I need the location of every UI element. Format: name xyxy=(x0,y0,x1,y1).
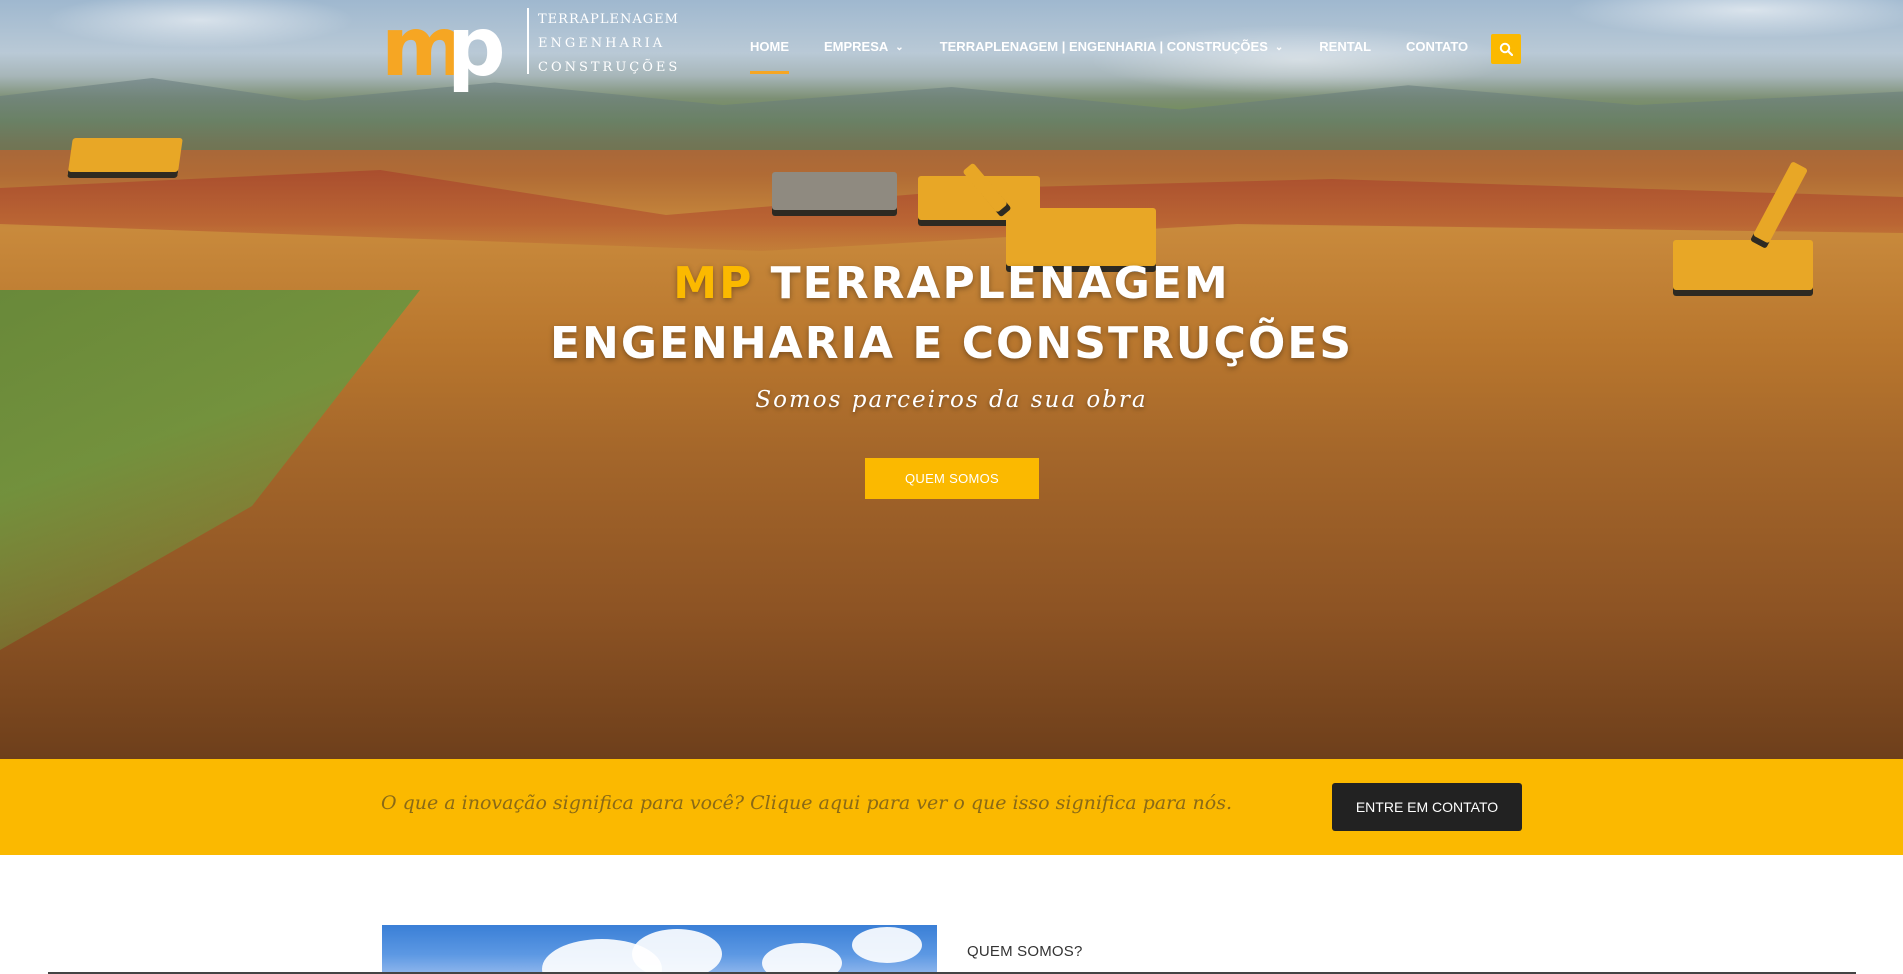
nav-empresa-label: EMPRESA xyxy=(824,39,889,54)
hero-title-line-2: ENGENHARIA E CONSTRUÇÕES xyxy=(549,318,1354,369)
nav-contato-label: CONTATO xyxy=(1406,39,1469,54)
cloud-graphic xyxy=(632,929,722,974)
cta-bar: O que a inovação significa para você? Cl… xyxy=(0,759,1903,855)
nav-rental-label: RENTAL xyxy=(1319,39,1372,54)
hero-subtitle: Somos parceiros da sua obra xyxy=(755,387,1148,413)
nav-empresa[interactable]: EMPRESA ⌄ xyxy=(824,39,904,54)
hero-title-accent: MP xyxy=(673,258,754,309)
contact-button[interactable]: ENTRE EM CONTATO xyxy=(1332,783,1522,831)
truck-graphic xyxy=(772,172,897,216)
logo-mark-p: p xyxy=(447,0,506,95)
excavator-graphic xyxy=(67,138,183,178)
hero-title-line-1: MP TERRAPLENAGEM xyxy=(0,258,1903,309)
logo-divider xyxy=(527,8,529,74)
logo-line-3: CONSTRUÇÕES xyxy=(538,60,681,75)
logo-line-1: TERRAPLENAGEM xyxy=(538,12,679,27)
cloud-graphic xyxy=(852,927,922,963)
nav-terraplenagem-label: TERRAPLENAGEM | ENGENHARIA | CONSTRUÇÕES xyxy=(939,39,1268,54)
cloud-graphic xyxy=(762,943,842,974)
quem-somos-button[interactable]: QUEM SOMOS xyxy=(865,458,1039,499)
search-button[interactable] xyxy=(1491,34,1521,64)
logo-wordmark: TERRAPLENAGEM ENGENHARIA CONSTRUÇÕES xyxy=(538,8,680,80)
about-image xyxy=(382,925,937,974)
chevron-down-icon: ⌄ xyxy=(1274,42,1284,53)
main-nav: HOME EMPRESA ⌄ TERRAPLENAGEM | ENGENHARIA… xyxy=(750,39,1503,74)
logo-line-2: ENGENHARIA xyxy=(538,36,666,51)
about-section-label: QUEM SOMOS? xyxy=(967,943,1083,960)
site-logo[interactable]: m p TERRAPLENAGEM ENGENHARIA CONSTRUÇÕES xyxy=(381,0,678,95)
search-icon xyxy=(1499,42,1513,56)
nav-contato[interactable]: CONTATO xyxy=(1406,39,1468,54)
nav-home[interactable]: HOME xyxy=(750,39,789,74)
hero-banner xyxy=(0,0,1903,759)
hero-title-rest: TERRAPLENAGEM xyxy=(770,258,1230,309)
cta-text[interactable]: O que a inovação significa para você? Cl… xyxy=(381,792,1232,814)
nav-terraplenagem[interactable]: TERRAPLENAGEM | ENGENHARIA | CONSTRUÇÕES… xyxy=(940,39,1284,54)
nav-home-label: HOME xyxy=(750,39,789,54)
nav-rental[interactable]: RENTAL xyxy=(1319,39,1371,54)
chevron-down-icon: ⌄ xyxy=(895,42,904,53)
